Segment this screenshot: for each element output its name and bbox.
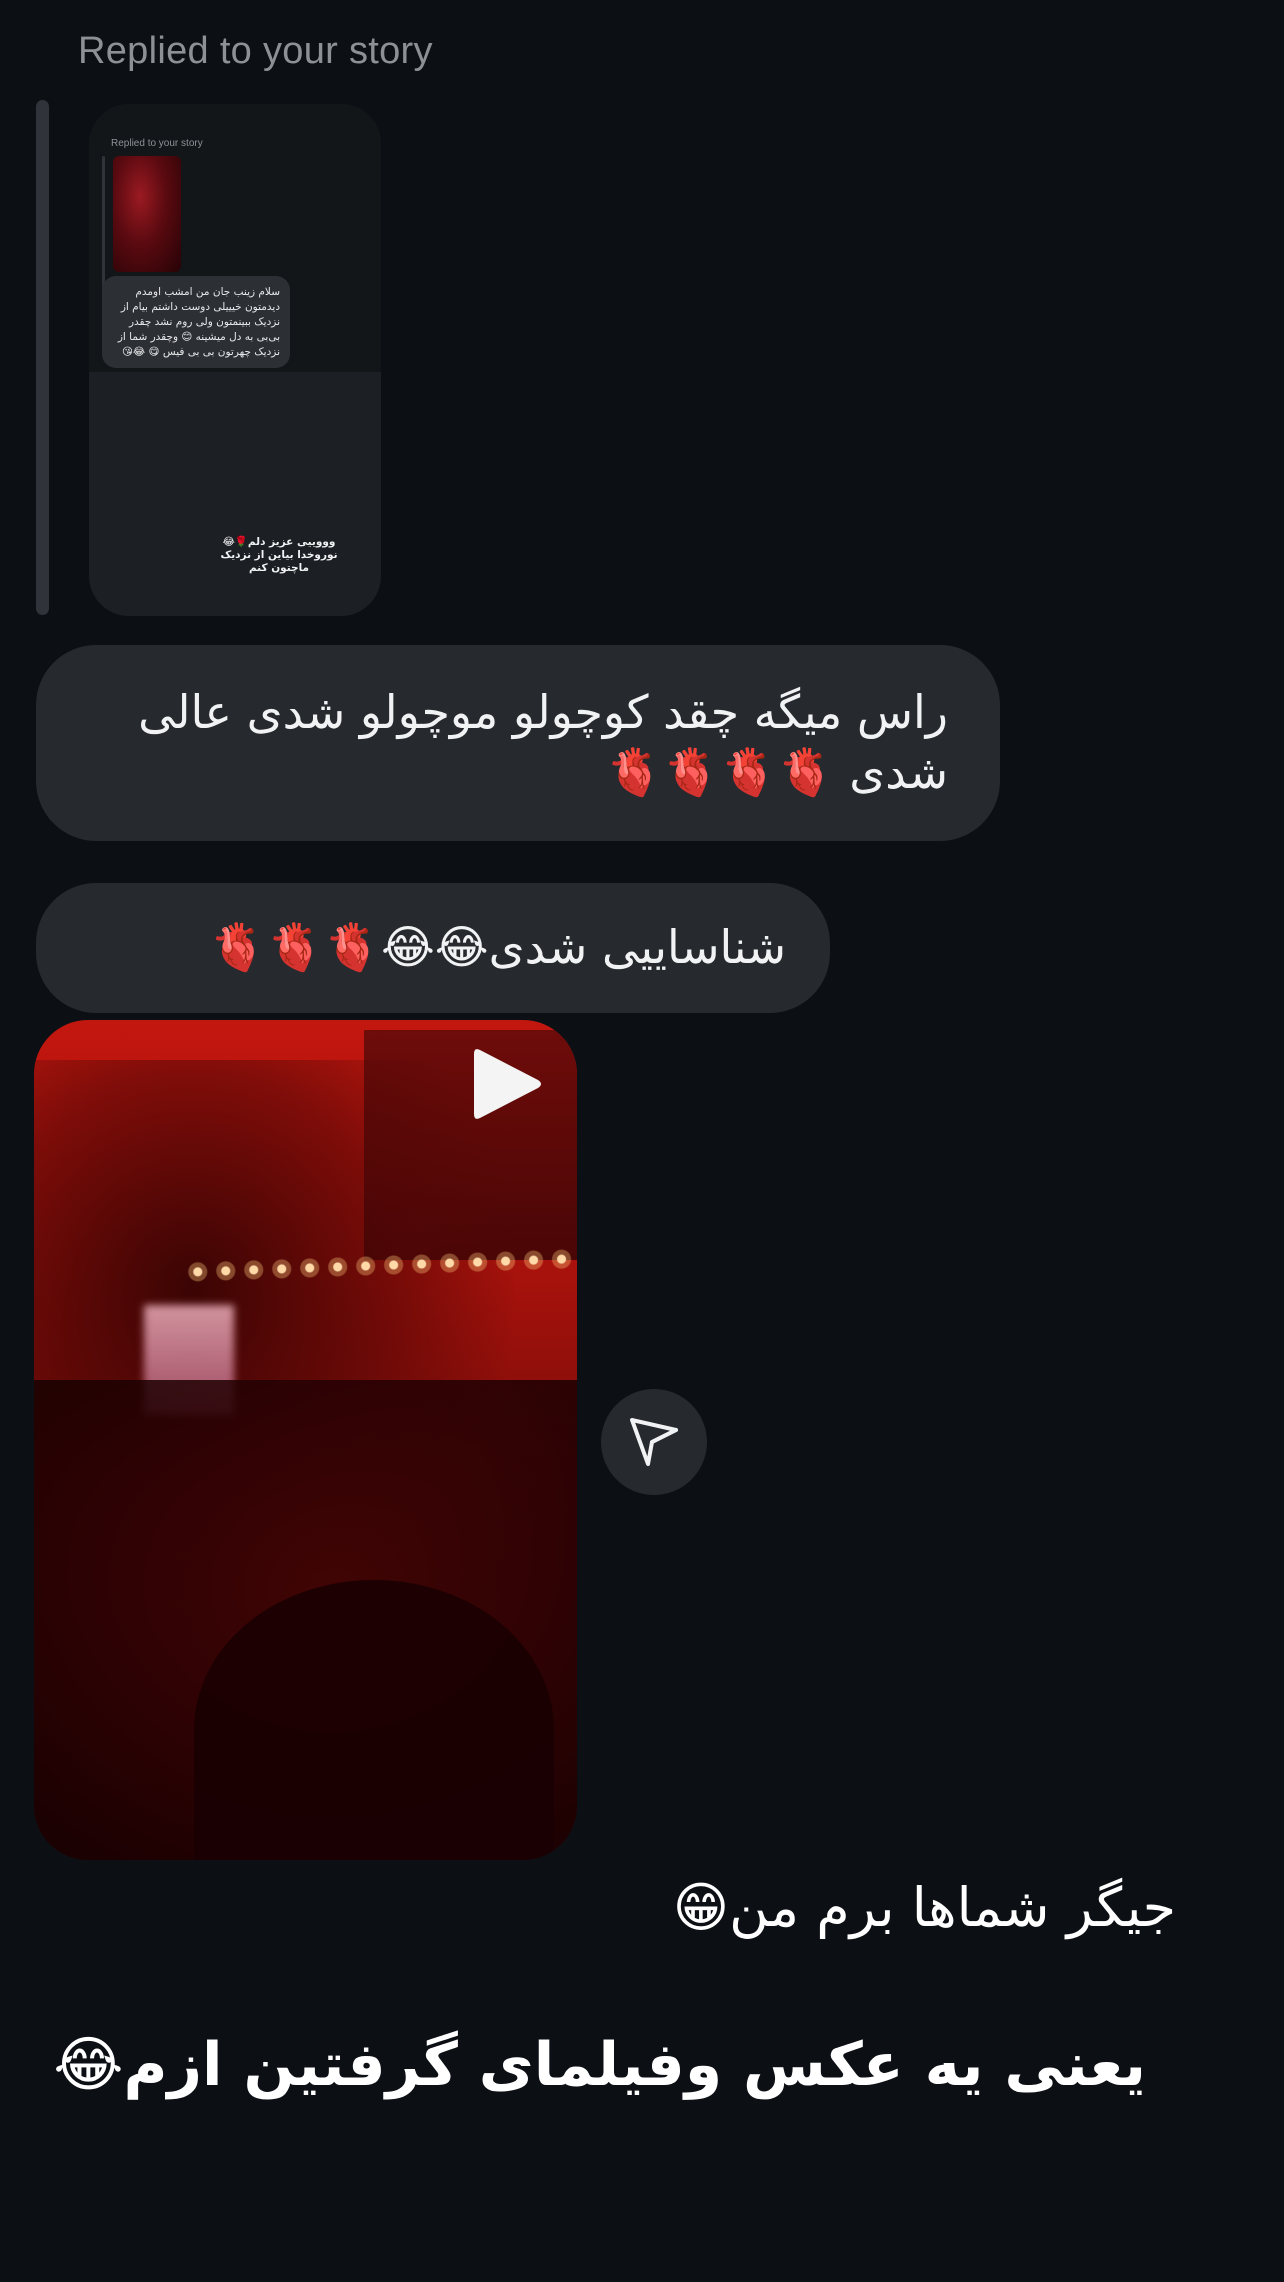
video-message[interactable]: [34, 1020, 577, 1860]
mini-message-bubble: سلام زینب جان من امشب اومدم دیدمتون خییی…: [102, 276, 290, 368]
story-caption: وووییی عزیز دلم🌹😂 نوروخدا بیاین از نزدیک…: [220, 536, 338, 574]
mini-story-photo: [113, 156, 181, 272]
message-text: شناساییی شدی😂😂🫀🫀🫀: [209, 920, 786, 974]
play-icon[interactable]: [470, 1044, 544, 1124]
mini-message-text: سلام زینب جان من امشب اومدم دیدمتون خییی…: [117, 286, 280, 358]
mini-replied-label: Replied to your story: [111, 138, 203, 149]
share-button[interactable]: [601, 1389, 707, 1495]
message-text: راس میگه چقد کوچولو موچولو شدی عالی شدی …: [138, 685, 948, 799]
plain-message[interactable]: یعنی یه عکس وفیلمای گرفتین ازم😂: [53, 2025, 1146, 2105]
replied-to-story-label: Replied to your story: [78, 30, 433, 72]
reply-indicator-bar: [36, 100, 49, 615]
message-bubble[interactable]: راس میگه چقد کوچولو موچولو شدی عالی شدی …: [36, 645, 1000, 841]
plain-message[interactable]: جیگر شماها برم من😁: [673, 1872, 1176, 1944]
send-icon: [630, 1418, 678, 1466]
message-bubble[interactable]: شناساییی شدی😂😂🫀🫀🫀: [36, 883, 830, 1013]
story-reply-preview[interactable]: Replied to your story سلام زینب جان من ا…: [89, 104, 381, 616]
video-scene-figure: [194, 1580, 554, 1860]
